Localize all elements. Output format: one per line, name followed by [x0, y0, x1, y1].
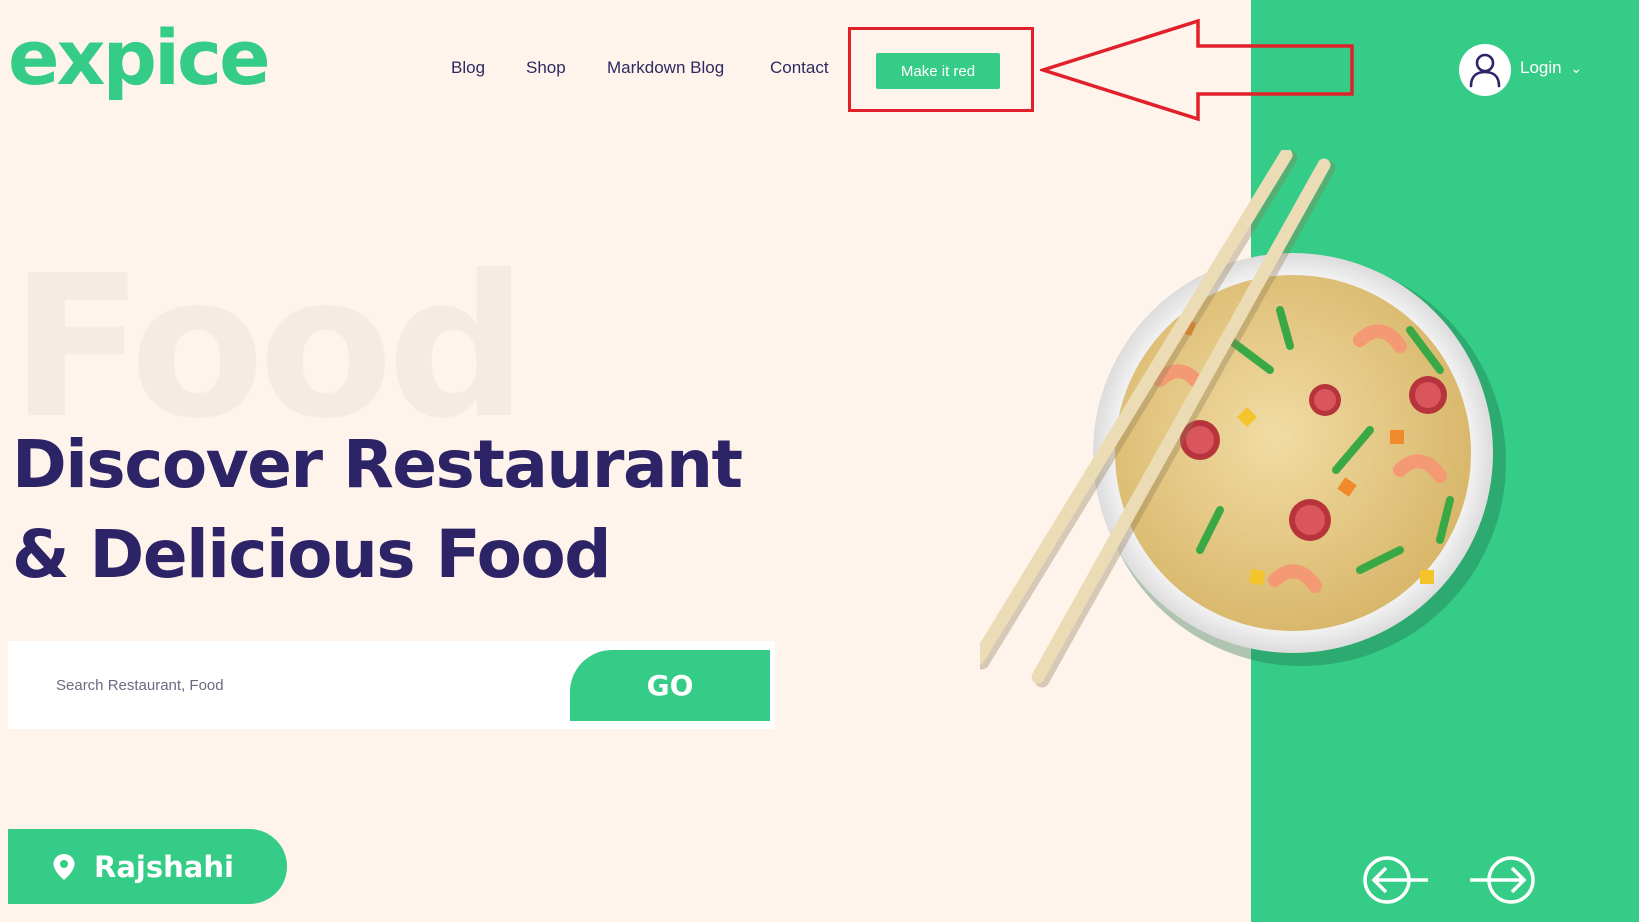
hero-headline: Discover Restaurant & Delicious Food — [12, 420, 743, 600]
user-avatar[interactable] — [1459, 44, 1511, 96]
headline-line-1: Discover Restaurant — [12, 426, 743, 503]
arrow-left-circle-icon[interactable] — [1362, 855, 1430, 905]
nav-link-markdown-blog[interactable]: Markdown Blog — [607, 58, 724, 78]
map-pin-icon — [53, 853, 75, 880]
chevron-down-icon: ⌄ — [1570, 60, 1583, 76]
nav-link-contact[interactable]: Contact — [770, 58, 829, 78]
go-button[interactable]: GO — [570, 650, 770, 721]
fried-rice-bowl-image — [980, 150, 1506, 688]
make-it-red-button[interactable]: Make it red — [876, 53, 1000, 89]
search-input[interactable] — [38, 661, 538, 709]
logo[interactable]: expice — [8, 20, 271, 96]
nav-link-shop[interactable]: Shop — [526, 58, 566, 78]
arrow-right-circle-icon[interactable] — [1468, 855, 1536, 905]
annotation-arrow-icon — [1040, 18, 1354, 122]
headline-line-2: & Delicious Food — [12, 516, 612, 593]
location-label: Rajshahi — [94, 849, 234, 884]
user-icon — [1469, 53, 1501, 88]
login-dropdown[interactable]: Login ⌄ — [1520, 58, 1582, 78]
location-selector[interactable]: Rajshahi — [8, 829, 287, 904]
nav-link-blog[interactable]: Blog — [451, 58, 485, 78]
login-label: Login — [1520, 58, 1562, 77]
search-bar: GO — [8, 641, 775, 729]
hero-watermark: Food — [10, 234, 528, 462]
